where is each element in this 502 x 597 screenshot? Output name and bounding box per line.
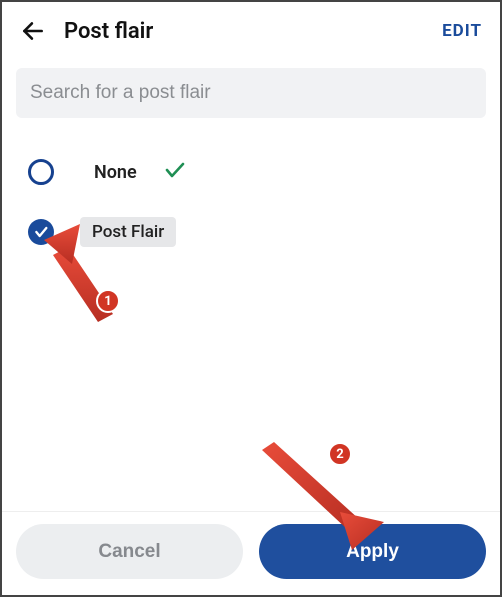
radio-unselected-icon[interactable] [28, 159, 54, 185]
back-arrow-icon [20, 18, 46, 44]
flair-options-list: None Post Flair [2, 118, 500, 256]
checkmark-icon [33, 224, 49, 240]
flair-option-label: None [94, 162, 137, 183]
check-icon [163, 158, 187, 186]
edit-button[interactable]: EDIT [438, 15, 486, 47]
back-button[interactable] [16, 14, 50, 48]
cancel-button[interactable]: Cancel [16, 524, 243, 579]
flair-chip: Post Flair [80, 217, 176, 247]
apply-button[interactable]: Apply [259, 524, 486, 579]
footer-actions: Cancel Apply [2, 511, 500, 595]
search-bar[interactable] [16, 68, 486, 118]
flair-option-none[interactable]: None [28, 148, 486, 196]
page-title: Post flair [64, 19, 438, 44]
header-bar: Post flair EDIT [2, 2, 500, 60]
post-flair-screen: Post flair EDIT None Post Flair [0, 0, 502, 597]
annotation-badge-2: 2 [328, 442, 352, 466]
search-input[interactable] [30, 82, 472, 104]
radio-selected-icon[interactable] [28, 219, 54, 245]
annotation-badge-1: 1 [96, 289, 120, 313]
flair-option-post-flair[interactable]: Post Flair [28, 208, 486, 256]
